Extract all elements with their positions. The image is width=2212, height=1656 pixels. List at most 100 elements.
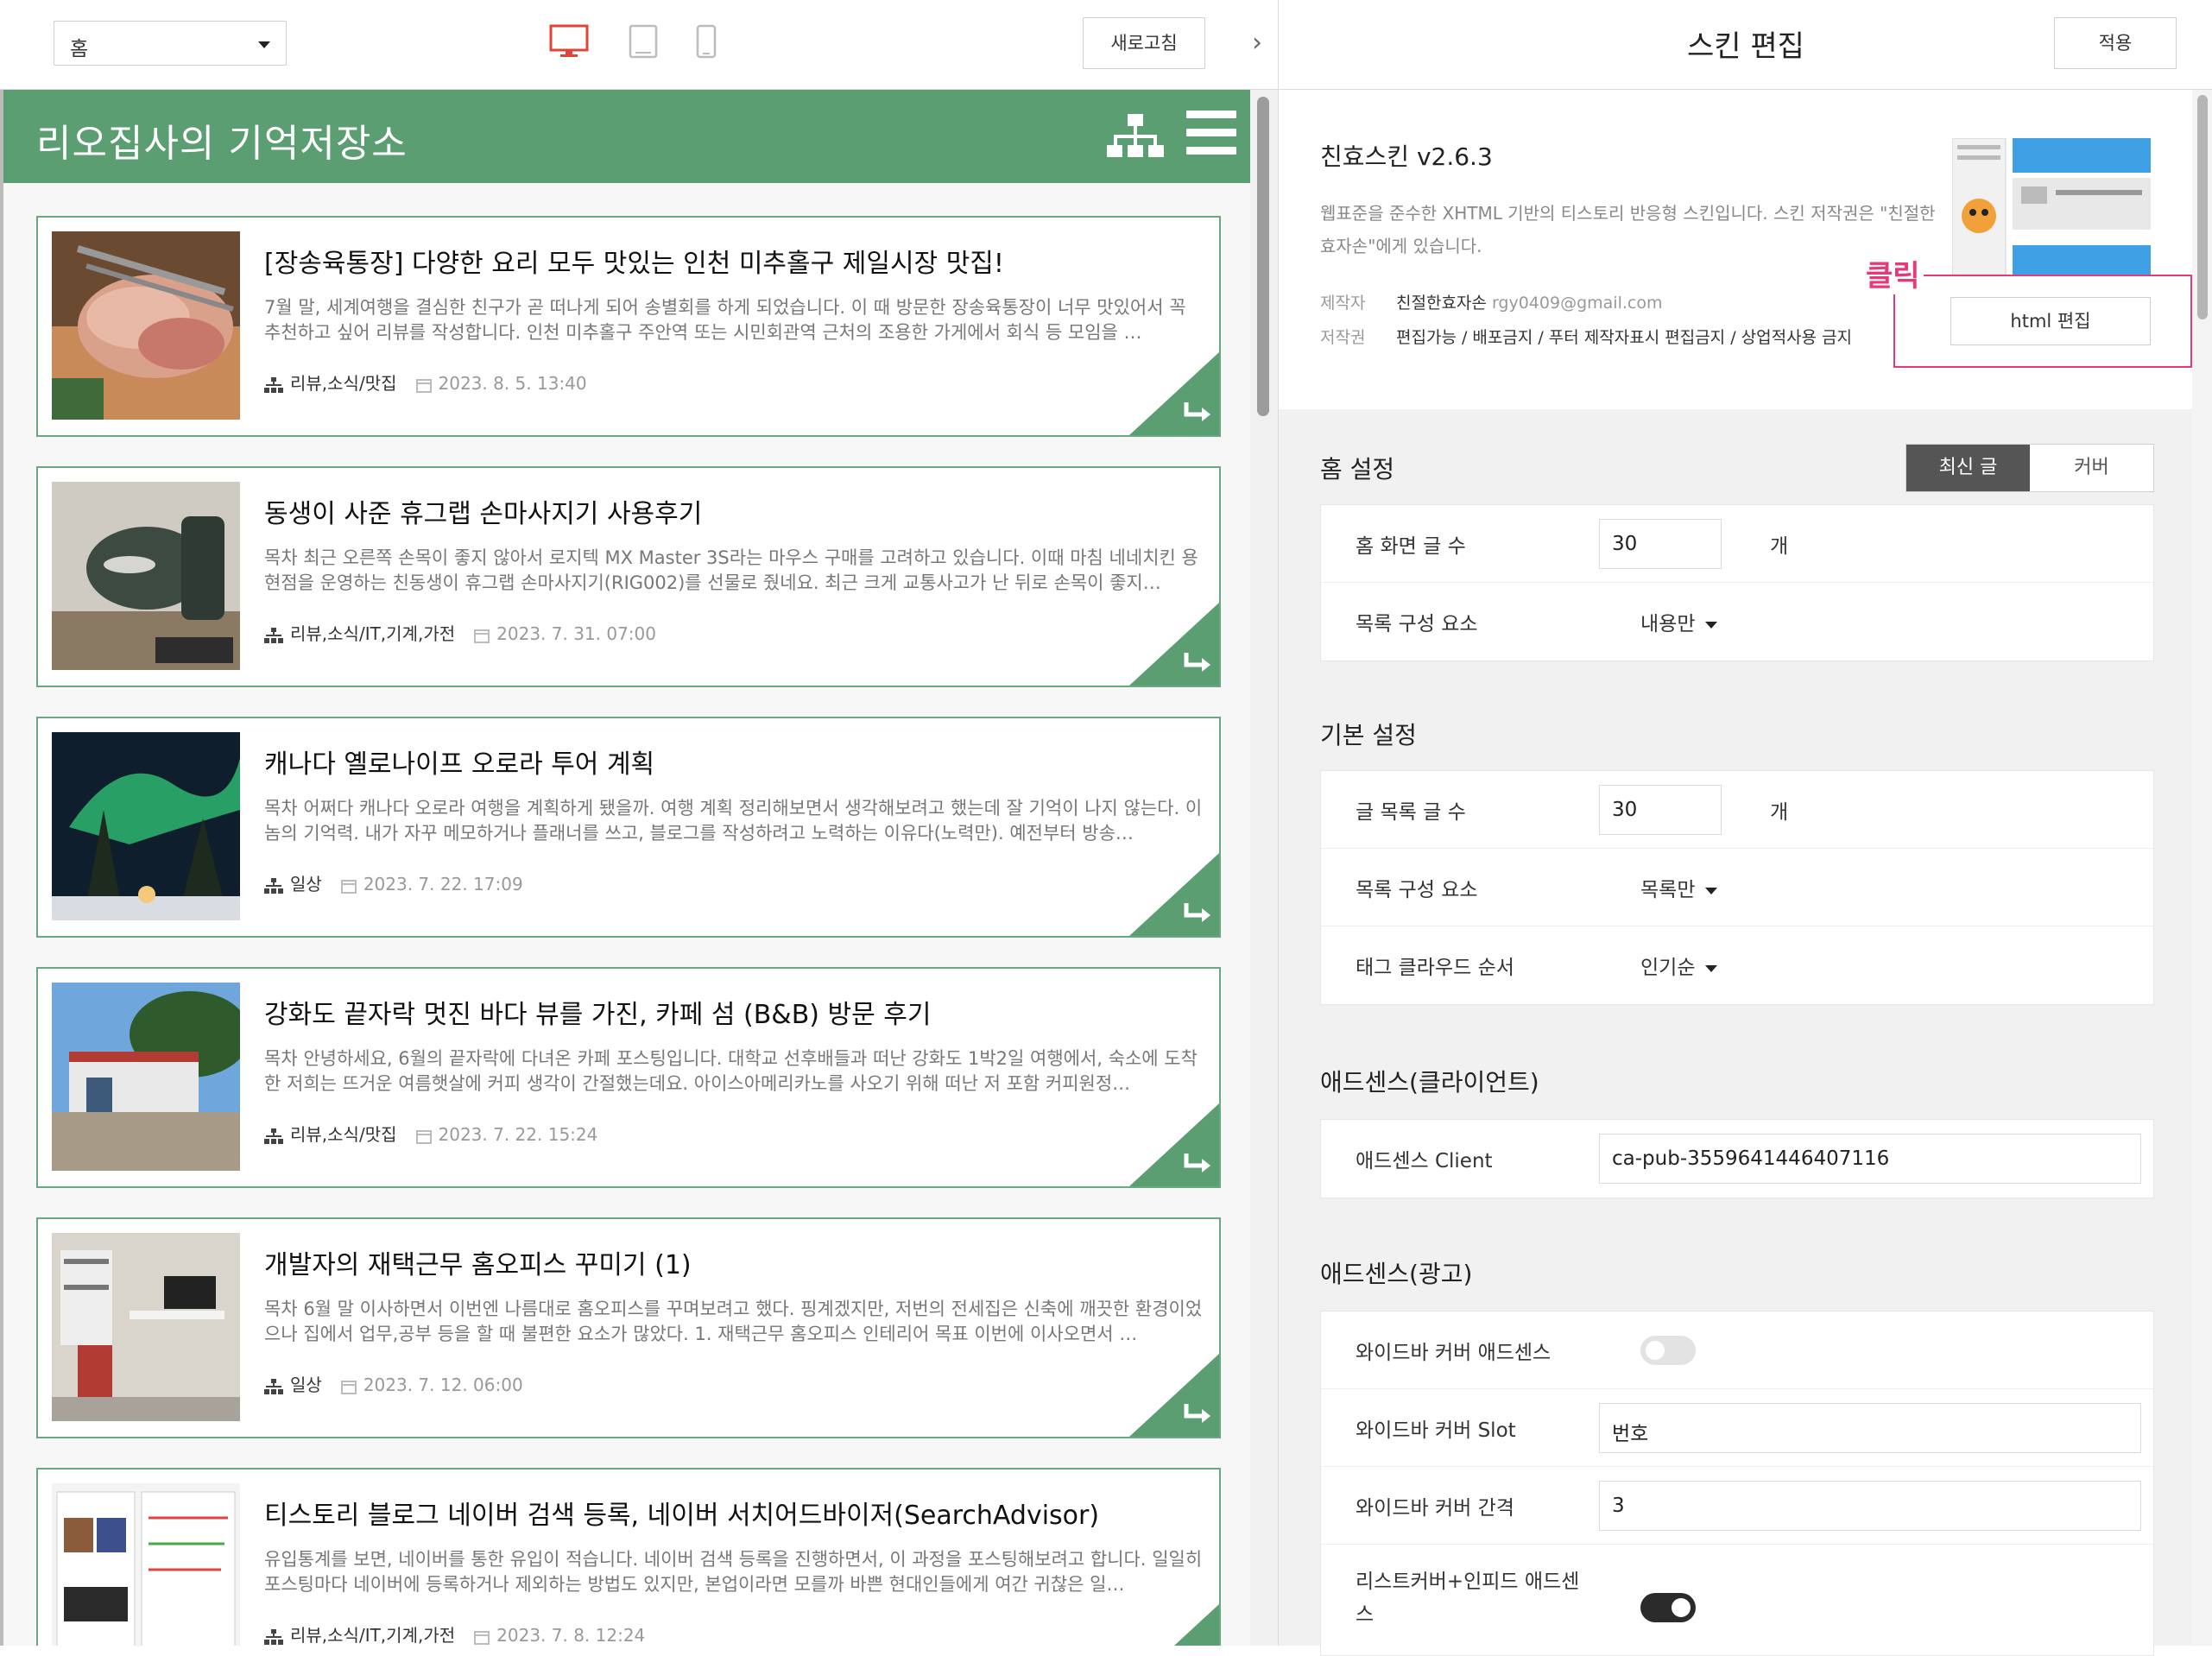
basic-list-items-dropdown[interactable]: 목록만 (1640, 873, 1718, 902)
list-infeed-adsense-row: 리스트커버+인피드 애드센스 (1321, 1545, 2153, 1648)
tab-recent-posts[interactable]: 최신 글 (1906, 445, 2030, 491)
list-infeed-adsense-label: 리스트커버+인피드 애드센스 (1356, 1571, 1580, 1626)
wide-cover-adsense-row: 와이드바 커버 애드센스 (1321, 1312, 2153, 1389)
tablet-icon[interactable] (629, 24, 658, 59)
sitemap-icon[interactable] (1107, 112, 1164, 161)
list-count-input[interactable]: 30 (1599, 785, 1722, 835)
post-category[interactable]: 리뷰,소식/맛집 (290, 373, 397, 394)
calendar-icon (415, 378, 432, 393)
scrollbar-thumb[interactable] (1257, 97, 1269, 416)
post-excerpt: 유입통계를 보면, 네이버를 통한 유입이 적습니다. 네이버 검색 등록을 진… (264, 1549, 1203, 1595)
calendar-icon (340, 1380, 357, 1394)
home-list-items-dropdown[interactable]: 내용만 (1640, 607, 1718, 636)
skin-edit-panel: 스킨 편집 적용 친효스킨 v2.6.3 웹표준을 준수한 XHTML 기반의 … (1278, 0, 2212, 1656)
blog-title[interactable]: 리오집사의 기억저장소 (36, 112, 408, 167)
post-card[interactable]: 강화도 끝자락 멋진 바다 뷰를 가진, 카페 섬 (B&B) 방문 후기 목차… (36, 967, 1221, 1188)
wide-cover-adsense-toggle[interactable] (1640, 1336, 1696, 1365)
list-count-row: 글 목록 글 수 30 개 (1321, 771, 2153, 849)
post-card[interactable]: 동생이 사준 휴그랩 손마사지기 사용후기 목차 최근 오른쪽 손목이 좋지 않… (36, 466, 1221, 687)
post-title[interactable]: 티스토리 블로그 네이버 검색 등록, 네이버 서치어드바이저(SearchAd… (264, 1494, 1099, 1532)
scrollbar-thumb[interactable] (2197, 95, 2208, 319)
monitor-icon[interactable] (549, 24, 589, 59)
html-edit-button[interactable]: html 편집 (1950, 297, 2151, 345)
page-select-value: 홈 (70, 38, 89, 60)
tag-cloud-order-dropdown[interactable]: 인기순 (1640, 951, 1718, 980)
post-title[interactable]: 캐나다 옐로나이프 오로라 투어 계획 (264, 743, 654, 781)
post-date: 2023. 7. 8. 12:24 (496, 1625, 646, 1646)
post-category[interactable]: 리뷰,소식/IT,기계,가전 (290, 1625, 455, 1646)
adsense-client-label: 애드센스 Client (1356, 1150, 1493, 1172)
wide-cover-adsense-label: 와이드바 커버 애드센스 (1356, 1342, 1552, 1364)
preview-toolbar: 홈 새로고침 › (0, 0, 1278, 90)
post-thumbnail-meat[interactable] (52, 231, 240, 420)
category-icon (264, 376, 283, 393)
home-post-count-input[interactable]: 30 (1599, 519, 1722, 569)
wide-cover-gap-label: 와이드바 커버 간격 (1356, 1497, 1514, 1520)
post-meta: 리뷰,소식/맛집 2023. 8. 5. 13:40 (264, 370, 587, 395)
post-title[interactable]: [장송육통장] 다양한 요리 모두 맛있는 인천 미추홀구 제일시장 맛집! (264, 242, 1004, 280)
post-card[interactable]: 개발자의 재택근무 홈오피스 꾸미기 (1) 목차 6월 말 이사하면서 이번엔… (36, 1217, 1221, 1438)
post-date: 2023. 8. 5. 13:40 (438, 373, 587, 394)
phone-icon[interactable] (696, 24, 717, 59)
post-excerpt: 7월 말, 세계여행을 결심한 친구가 곧 떠나게 되어 송별회를 하게 되었습… (264, 297, 1186, 343)
adsense-client-title: 애드센스(클라이언트) (1320, 1068, 1539, 1097)
return-arrow-icon[interactable] (1129, 1604, 1219, 1646)
list-count-label: 글 목록 글 수 (1356, 801, 1466, 824)
post-thumbnail-office[interactable] (52, 1233, 240, 1421)
post-category[interactable]: 일상 (290, 874, 322, 894)
skin-name: 친효스킨 v2.6.3 (1320, 142, 1493, 171)
post-category[interactable]: 리뷰,소식/IT,기계,가전 (290, 623, 455, 644)
maker-email: rgy0409@gmail.com (1491, 294, 1663, 313)
return-arrow-icon[interactable] (1129, 1354, 1219, 1437)
page-select[interactable]: 홈 (54, 21, 287, 66)
wide-cover-gap-input[interactable]: 3 (1599, 1481, 2141, 1531)
adsense-ads-box: 와이드바 커버 애드센스 와이드바 커버 Slot 번호 와이드바 커버 간격 … (1320, 1311, 2154, 1656)
list-infeed-adsense-toggle[interactable] (1640, 1593, 1696, 1622)
post-card[interactable]: 캐나다 옐로나이프 오로라 투어 계획 목차 어쩌다 캐나다 오로라 여행을 계… (36, 717, 1221, 938)
tab-cover[interactable]: 커버 (2030, 445, 2153, 491)
adsense-ads-title: 애드센스(광고) (1320, 1260, 1473, 1288)
category-icon (264, 1378, 283, 1394)
preview-scrollbar[interactable] (1250, 90, 1278, 1646)
panel-scrollbar[interactable] (2192, 90, 2212, 1646)
apply-button[interactable]: 적용 (2054, 17, 2177, 69)
callout-label: 클릭 (1862, 252, 1924, 294)
post-category[interactable]: 일상 (290, 1375, 322, 1395)
return-arrow-icon[interactable] (1129, 853, 1219, 936)
post-title[interactable]: 강화도 끝자락 멋진 바다 뷰를 가진, 카페 섬 (B&B) 방문 후기 (264, 993, 931, 1031)
post-date: 2023. 7. 22. 17:09 (363, 874, 523, 894)
return-arrow-icon[interactable] (1129, 603, 1219, 686)
chevron-down-icon (1705, 964, 1718, 972)
toggle-knob (1672, 1598, 1691, 1617)
tag-cloud-order-label: 태그 클라우드 순서 (1356, 957, 1514, 979)
post-card[interactable]: 티스토리 블로그 네이버 검색 등록, 네이버 서치어드바이저(SearchAd… (36, 1468, 1221, 1646)
refresh-button[interactable]: 새로고침 (1083, 17, 1205, 69)
post-thumbnail-cafe[interactable] (52, 983, 240, 1171)
copyright-value: 편집가능 / 배포금지 / 푸터 제작자표시 편집금지 / 상업적사용 금지 (1396, 328, 1853, 347)
post-date: 2023. 7. 12. 06:00 (363, 1375, 523, 1395)
wide-cover-slot-label: 와이드바 커버 Slot (1356, 1419, 1516, 1442)
panel-header: 스킨 편집 적용 (1279, 0, 2212, 90)
post-title[interactable]: 동생이 사준 휴그랩 손마사지기 사용후기 (264, 492, 702, 530)
post-thumbnail-screenshot[interactable] (52, 1483, 240, 1646)
return-arrow-icon[interactable] (1129, 1103, 1219, 1186)
wide-cover-slot-input[interactable]: 번호 (1599, 1403, 2141, 1453)
post-category[interactable]: 리뷰,소식/맛집 (290, 1124, 397, 1145)
adsense-client-input[interactable]: ca-pub-3559641446407116 (1599, 1134, 2141, 1184)
post-date: 2023. 7. 22. 15:24 (438, 1124, 598, 1145)
post-title[interactable]: 개발자의 재택근무 홈오피스 꾸미기 (1) (264, 1243, 692, 1281)
post-card[interactable]: [장송육통장] 다양한 요리 모두 맛있는 인천 미추홀구 제일시장 맛집! 7… (36, 216, 1221, 437)
post-excerpt: 목차 6월 말 이사하면서 이번엔 나름대로 홈오피스를 꾸며보려고 했다. 핑… (264, 1299, 1203, 1344)
post-list: [장송육통장] 다양한 요리 모두 맛있는 인천 미추홀구 제일시장 맛집! 7… (36, 216, 1221, 1646)
tag-cloud-order-value: 인기순 (1640, 957, 1696, 979)
calendar-icon (474, 1630, 490, 1645)
tag-cloud-order-row: 태그 클라우드 순서 인기순 (1321, 926, 2153, 1004)
calendar-icon (340, 879, 357, 894)
chevron-down-icon (1705, 887, 1718, 894)
post-thumbnail-massager[interactable] (52, 482, 240, 670)
post-thumbnail-aurora[interactable] (52, 732, 240, 920)
collapse-panel-button[interactable]: › (1243, 26, 1271, 60)
hamburger-menu-icon[interactable] (1186, 111, 1236, 155)
return-arrow-icon[interactable] (1129, 352, 1219, 435)
post-excerpt: 목차 어쩌다 캐나다 오로라 여행을 계획하게 됐을까. 여행 계획 정리해보면… (264, 798, 1203, 844)
